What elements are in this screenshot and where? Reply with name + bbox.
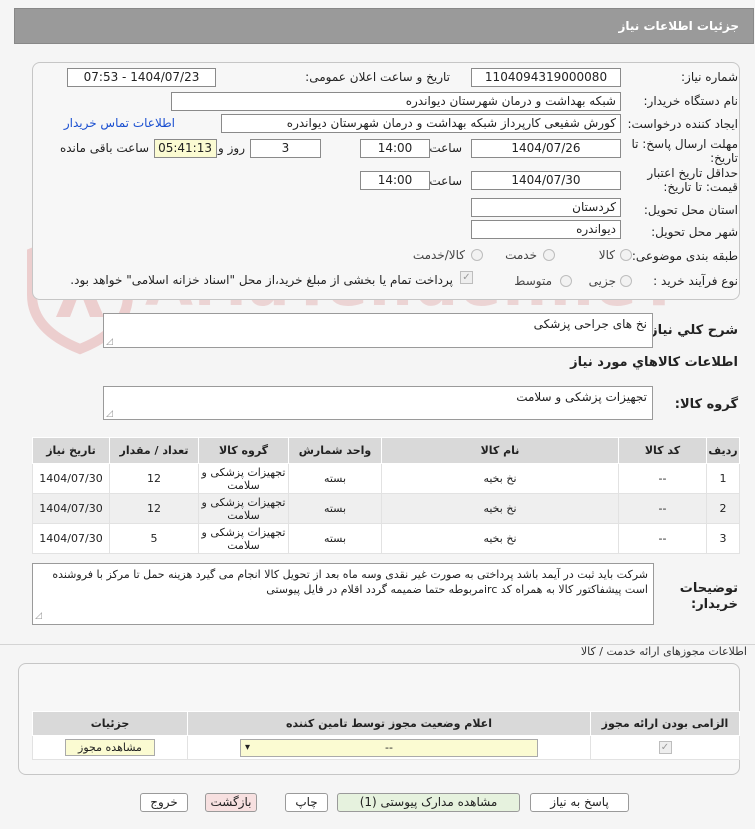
- permit-status-select[interactable]: -- ▾: [240, 738, 538, 757]
- resize-grip-icon: ◿: [35, 611, 42, 621]
- exit-button[interactable]: خروج: [140, 793, 188, 812]
- col-name: نام کالا: [381, 437, 619, 464]
- col-group: گروه کالا: [198, 437, 289, 464]
- need-number-label: شماره نیاز:: [681, 70, 738, 84]
- goods-group-label: گروه کالا:: [674, 397, 738, 412]
- category-service-radio[interactable]: [543, 249, 555, 261]
- col-qty: تعداد / مقدار: [109, 437, 199, 464]
- chevron-down-icon: ▾: [245, 741, 251, 753]
- print-button[interactable]: چاپ: [285, 793, 328, 812]
- category-service-label: خدمت: [505, 248, 537, 262]
- process-medium-radio[interactable]: [560, 275, 572, 287]
- buyer-notes-label-1: توضیحات: [679, 581, 738, 596]
- goods-section-title: اطلاعات كالاهاي مورد نياز: [570, 355, 738, 370]
- remaining-label: ساعت باقی مانده: [59, 141, 149, 155]
- process-label: نوع فرآیند خرید :: [653, 274, 738, 288]
- buyer-label: نام دستگاه خریدار:: [643, 94, 739, 108]
- validity-label-1: حداقل تاریخ اعتبار: [647, 166, 738, 180]
- goods-group-field: تجهیزات پزشکی و سلامت ◿: [103, 386, 653, 420]
- col-permit-required: الزامی بودن ارائه مجوز: [590, 711, 740, 736]
- category-goods-label: کالا: [598, 248, 615, 262]
- category-goods-radio[interactable]: [620, 249, 632, 261]
- col-permit-status: اعلام وضعیت مجوز توسط تامین کننده: [187, 711, 591, 736]
- city-field: دیواندره: [471, 220, 621, 239]
- payment-note: پرداخت تمام یا بخشی از مبلغ خرید،از محل …: [70, 273, 453, 287]
- page-header: جزئیات اطلاعات نیاز: [14, 8, 754, 44]
- deadline-time-label: ساعت: [429, 141, 462, 155]
- deadline-date-field: 1404/07/26: [471, 139, 621, 158]
- view-permit-button[interactable]: مشاهده مجوز: [65, 739, 155, 756]
- creator-field: کورش شفیعی کارپرداز شبکه بهداشت و درمان …: [221, 114, 621, 133]
- attachments-button[interactable]: مشاهده مدارک پیوستی (1): [337, 793, 520, 812]
- province-field: کردستان: [471, 198, 621, 217]
- process-minor-label: جزیی: [588, 274, 616, 288]
- table-row: ✓ -- ▾ مشاهده مجوز: [32, 735, 740, 760]
- back-button[interactable]: بازگشت: [205, 793, 257, 812]
- table-row: 3 -- نخ بخیه بسته تجهیزات پزشکی و سلامت …: [32, 523, 740, 554]
- announce-field: 1404/07/23 - 07:53: [67, 68, 216, 87]
- category-both-radio[interactable]: [471, 249, 483, 261]
- reply-button[interactable]: پاسخ به نیاز: [530, 793, 629, 812]
- need-number-field: 1104094319000080: [471, 68, 621, 87]
- permits-table: الزامی بودن ارائه مجوز اعلام وضعیت مجوز …: [32, 711, 740, 760]
- validity-date-field: 1404/07/30: [471, 171, 621, 190]
- treasury-checkbox[interactable]: ✓: [460, 271, 473, 284]
- contact-buyer-link[interactable]: اطلاعات تماس خریدار: [64, 116, 175, 130]
- permit-required-checkbox[interactable]: ✓: [658, 741, 672, 755]
- deadline-label-2: تاریخ:: [710, 151, 738, 165]
- permits-title: اطلاعات مجوزهای ارائه خدمت / کالا: [580, 645, 747, 658]
- summary-label: شرح کلي نياز:: [644, 323, 738, 338]
- process-medium-label: متوسط: [514, 274, 552, 288]
- validity-label-2: قیمت: تا تاریخ:: [663, 180, 738, 194]
- announce-label: تاریخ و ساعت اعلان عمومی:: [305, 70, 450, 84]
- category-label: طبقه بندی موضوعی:: [631, 249, 738, 263]
- permit-status-value: --: [385, 740, 393, 754]
- validity-time-field: 14:00: [360, 171, 430, 190]
- table-row: 2 -- نخ بخیه بسته تجهیزات پزشکی و سلامت …: [32, 493, 740, 524]
- col-code: کد کالا: [618, 437, 707, 464]
- days-field: 3: [250, 139, 321, 158]
- page-title: جزئیات اطلاعات نیاز: [618, 19, 739, 33]
- buyer-notes-value: شرکت باید ثبت در آیمد باشد پرداختی به صو…: [52, 568, 648, 596]
- province-label: استان محل تحویل:: [643, 203, 738, 217]
- col-index: ردیف: [706, 437, 740, 464]
- resize-grip-icon: ◿: [106, 337, 113, 347]
- resize-grip-icon: ◿: [106, 409, 113, 419]
- days-label: روز و: [218, 141, 245, 155]
- col-permit-details: جزئیات: [32, 711, 188, 736]
- summary-field: نخ های جراحی پزشکی ◿: [103, 313, 653, 348]
- table-row: 1 -- نخ بخیه بسته تجهیزات پزشکی و سلامت …: [32, 463, 740, 494]
- process-minor-radio[interactable]: [620, 275, 632, 287]
- creator-label: ایجاد کننده درخواست:: [627, 117, 738, 131]
- goods-group-value: تجهیزات پزشکی و سلامت: [516, 390, 647, 404]
- col-date: تاریخ نیاز: [32, 437, 110, 464]
- deadline-time-field: 14:00: [360, 139, 430, 158]
- goods-table: ردیف کد کالا نام کالا واحد شمارش گروه کا…: [32, 437, 740, 554]
- permits-table-container: الزامی بودن ارائه مجوز اعلام وضعیت مجوز …: [32, 711, 740, 760]
- city-label: شهر محل تحویل:: [651, 225, 738, 239]
- remaining-time-field: 05:41:13: [154, 139, 217, 158]
- buyer-field: شبکه بهداشت و درمان شهرستان دیواندره: [171, 92, 621, 111]
- buyer-notes-label-2: خریدار:: [691, 597, 738, 612]
- validity-time-label: ساعت: [429, 174, 462, 188]
- col-unit: واحد شمارش: [288, 437, 382, 464]
- deadline-label-1: مهلت ارسال پاسخ: تا: [631, 137, 738, 151]
- buyer-notes-field: شرکت باید ثبت در آیمد باشد پرداختی به صو…: [32, 563, 654, 625]
- category-both-label: کالا/خدمت: [412, 248, 465, 262]
- goods-table-container: ردیف کد کالا نام کالا واحد شمارش گروه کا…: [32, 437, 740, 554]
- summary-value: نخ های جراحی پزشکی: [533, 317, 647, 331]
